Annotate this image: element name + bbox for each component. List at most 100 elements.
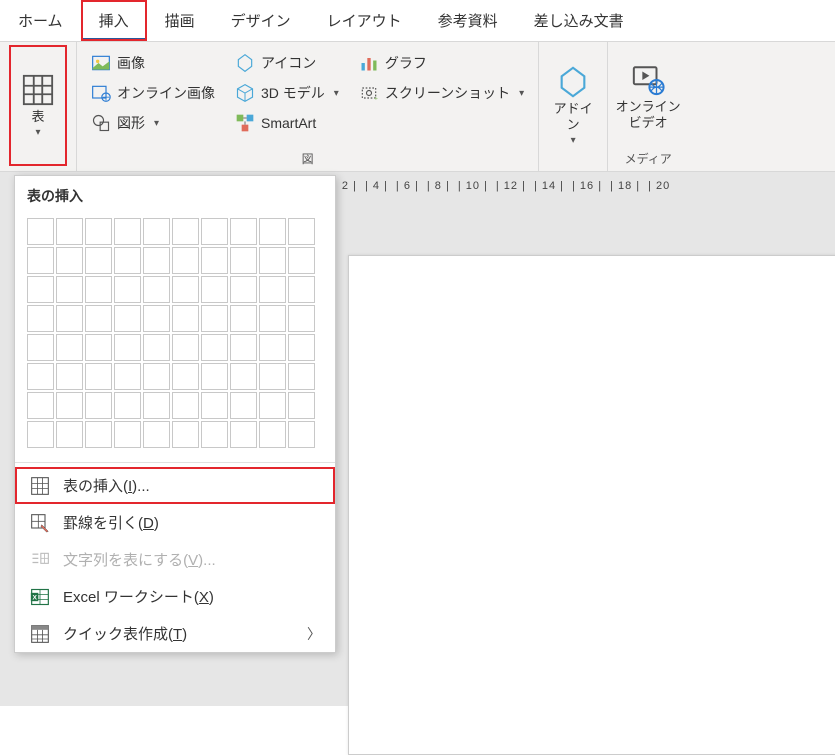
page[interactable] xyxy=(348,255,835,755)
menu-draw-table[interactable]: 罫線を引く(D) xyxy=(15,504,335,541)
chart-button[interactable]: グラフ xyxy=(353,48,530,78)
addins-button[interactable]: アドイ ン ▾ xyxy=(543,46,603,165)
table-cell-grid[interactable] xyxy=(15,212,335,458)
grid-cell[interactable] xyxy=(85,218,112,245)
grid-cell[interactable] xyxy=(27,363,54,390)
grid-cell[interactable] xyxy=(114,334,141,361)
grid-cell[interactable] xyxy=(201,392,228,419)
online-video-button[interactable]: オンライン ビデオ xyxy=(612,46,684,148)
grid-cell[interactable] xyxy=(85,305,112,332)
grid-cell[interactable] xyxy=(201,334,228,361)
grid-cell[interactable] xyxy=(259,218,286,245)
grid-cell[interactable] xyxy=(201,305,228,332)
tab-references[interactable]: 参考資料 xyxy=(420,0,516,41)
grid-cell[interactable] xyxy=(56,276,83,303)
grid-cell[interactable] xyxy=(143,247,170,274)
grid-cell[interactable] xyxy=(288,421,315,448)
grid-cell[interactable] xyxy=(230,247,257,274)
grid-cell[interactable] xyxy=(288,334,315,361)
grid-cell[interactable] xyxy=(27,218,54,245)
tab-design[interactable]: デザイン xyxy=(213,0,309,41)
grid-cell[interactable] xyxy=(56,421,83,448)
grid-cell[interactable] xyxy=(230,363,257,390)
grid-cell[interactable] xyxy=(201,363,228,390)
grid-cell[interactable] xyxy=(288,218,315,245)
grid-cell[interactable] xyxy=(27,334,54,361)
grid-cell[interactable] xyxy=(201,247,228,274)
grid-cell[interactable] xyxy=(259,363,286,390)
grid-cell[interactable] xyxy=(259,334,286,361)
grid-cell[interactable] xyxy=(114,363,141,390)
grid-cell[interactable] xyxy=(259,392,286,419)
grid-cell[interactable] xyxy=(114,305,141,332)
smartart-button[interactable]: SmartArt xyxy=(229,108,345,138)
grid-cell[interactable] xyxy=(27,276,54,303)
grid-cell[interactable] xyxy=(172,421,199,448)
grid-cell[interactable] xyxy=(85,363,112,390)
grid-cell[interactable] xyxy=(143,334,170,361)
grid-cell[interactable] xyxy=(230,334,257,361)
tab-mailings[interactable]: 差し込み文書 xyxy=(516,0,642,41)
grid-cell[interactable] xyxy=(56,305,83,332)
grid-cell[interactable] xyxy=(288,392,315,419)
grid-cell[interactable] xyxy=(230,305,257,332)
grid-cell[interactable] xyxy=(143,392,170,419)
grid-cell[interactable] xyxy=(172,276,199,303)
shapes-button[interactable]: 図形 ▾ xyxy=(85,108,221,138)
tab-home[interactable]: ホーム xyxy=(0,0,81,41)
grid-cell[interactable] xyxy=(143,305,170,332)
icons-button[interactable]: アイコン xyxy=(229,48,345,78)
grid-cell[interactable] xyxy=(230,421,257,448)
grid-cell[interactable] xyxy=(114,276,141,303)
grid-cell[interactable] xyxy=(114,247,141,274)
grid-cell[interactable] xyxy=(201,421,228,448)
grid-cell[interactable] xyxy=(27,247,54,274)
menu-insert-table[interactable]: 表の挿入(I)... xyxy=(15,467,335,504)
grid-cell[interactable] xyxy=(230,276,257,303)
tab-layout[interactable]: レイアウト xyxy=(309,0,420,41)
grid-cell[interactable] xyxy=(56,334,83,361)
grid-cell[interactable] xyxy=(143,276,170,303)
grid-cell[interactable] xyxy=(288,363,315,390)
grid-cell[interactable] xyxy=(172,305,199,332)
grid-cell[interactable] xyxy=(27,421,54,448)
grid-cell[interactable] xyxy=(143,363,170,390)
grid-cell[interactable] xyxy=(143,421,170,448)
online-images-button[interactable]: オンライン画像 xyxy=(85,78,221,108)
screenshot-button[interactable]: + スクリーンショット ▾ xyxy=(353,78,530,108)
table-button[interactable]: 表 ▾ xyxy=(10,46,66,165)
3d-models-button[interactable]: 3D モデル ▾ xyxy=(229,78,345,108)
image-button[interactable]: 画像 xyxy=(85,48,221,78)
tab-insert[interactable]: 挿入 xyxy=(81,0,147,41)
grid-cell[interactable] xyxy=(27,392,54,419)
grid-cell[interactable] xyxy=(201,218,228,245)
grid-cell[interactable] xyxy=(288,276,315,303)
grid-cell[interactable] xyxy=(114,218,141,245)
menu-excel-sheet[interactable]: X Excel ワークシート(X) xyxy=(15,578,335,615)
grid-cell[interactable] xyxy=(56,363,83,390)
grid-cell[interactable] xyxy=(172,363,199,390)
grid-cell[interactable] xyxy=(172,334,199,361)
grid-cell[interactable] xyxy=(27,305,54,332)
grid-cell[interactable] xyxy=(201,276,228,303)
grid-cell[interactable] xyxy=(143,218,170,245)
grid-cell[interactable] xyxy=(230,218,257,245)
grid-cell[interactable] xyxy=(259,276,286,303)
grid-cell[interactable] xyxy=(56,392,83,419)
grid-cell[interactable] xyxy=(259,305,286,332)
grid-cell[interactable] xyxy=(114,392,141,419)
grid-cell[interactable] xyxy=(85,421,112,448)
menu-quick-tables[interactable]: クイック表作成(T) 〉 xyxy=(15,615,335,652)
grid-cell[interactable] xyxy=(85,276,112,303)
grid-cell[interactable] xyxy=(259,247,286,274)
grid-cell[interactable] xyxy=(85,334,112,361)
grid-cell[interactable] xyxy=(172,392,199,419)
grid-cell[interactable] xyxy=(114,421,141,448)
grid-cell[interactable] xyxy=(172,247,199,274)
grid-cell[interactable] xyxy=(56,218,83,245)
grid-cell[interactable] xyxy=(288,305,315,332)
grid-cell[interactable] xyxy=(56,247,83,274)
tab-draw[interactable]: 描画 xyxy=(147,0,213,41)
grid-cell[interactable] xyxy=(230,392,257,419)
grid-cell[interactable] xyxy=(288,247,315,274)
